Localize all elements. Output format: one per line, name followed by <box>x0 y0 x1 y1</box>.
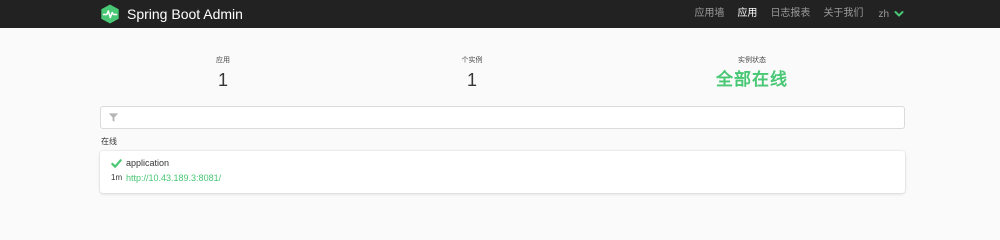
brand-link[interactable]: Spring Boot Admin <box>100 3 243 25</box>
filter-icon <box>108 113 119 122</box>
nav-item-wallboard[interactable]: 应用墙 <box>694 0 724 28</box>
application-url-link[interactable]: http://10.43.189.3:8081/ <box>126 172 221 185</box>
stat-applications: 应用 1 <box>103 55 343 92</box>
stat-status: 实例状态 全部在线 <box>632 55 872 92</box>
navbar: Spring Boot Admin 应用墙 应用 日志报表 关于我们 zh <box>0 0 1000 28</box>
stat-instances-value: 1 <box>466 70 477 90</box>
application-uptime: 1m <box>111 173 123 182</box>
language-label: zh <box>878 8 889 20</box>
brand-title: Spring Boot Admin <box>127 6 243 22</box>
nav-item-about[interactable]: 关于我们 <box>823 0 863 28</box>
nav-item-journal[interactable]: 日志报表 <box>770 0 810 28</box>
application-name: application <box>126 158 170 168</box>
stat-applications-label: 应用 <box>216 57 230 64</box>
checkmark-icon <box>111 159 122 168</box>
stat-status-label: 实例状态 <box>738 57 766 64</box>
filter-input[interactable] <box>125 107 900 128</box>
group-title-online: 在线 <box>101 137 117 146</box>
stat-applications-value: 1 <box>217 70 228 90</box>
nav-menu: 应用墙 应用 日志报表 关于我们 zh <box>681 0 904 28</box>
language-selector[interactable]: zh <box>878 9 904 20</box>
filter-box <box>100 106 905 129</box>
stat-instances: 个实例 1 <box>352 55 592 92</box>
stat-instances-label: 个实例 <box>461 57 483 64</box>
stat-status-value: 全部在线 <box>716 70 788 89</box>
chevron-down-icon <box>894 11 904 17</box>
nav-item-applications[interactable]: 应用 <box>737 0 757 28</box>
heartbeat-logo-icon <box>101 4 119 24</box>
